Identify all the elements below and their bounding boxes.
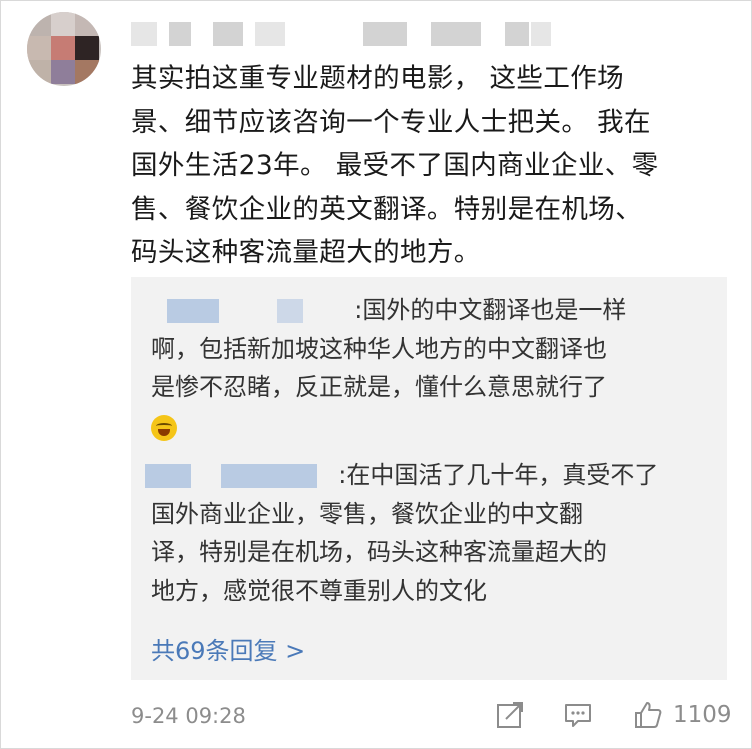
share-icon[interactable]	[495, 700, 525, 730]
like-icon[interactable]	[633, 700, 663, 730]
comment-line: 景、细节应该咨询一个专业人士把关。 我在	[131, 106, 651, 138]
comment-line: 售、餐饮企业的英文翻译。特别是在机场、	[131, 193, 643, 225]
reply-line: 国外商业企业，零售，餐饮企业的中文翻	[151, 499, 583, 528]
replies-panel: :国外的中文翻译也是一样 啊，包括新加坡这种华人地方的中文翻译也 是惨不忍睹，反…	[131, 277, 727, 680]
like-count: 1109	[673, 702, 732, 728]
reply-username-masked[interactable]	[145, 464, 191, 488]
comment-icon[interactable]	[563, 700, 593, 730]
reply-line: 地方，感觉很不尊重别人的文化	[151, 576, 487, 605]
timestamp: 9-24 09:28	[131, 704, 246, 728]
comment-line: 其实拍这重专业题材的电影， 这些工作场	[131, 63, 625, 94]
laugh-cry-emoji	[151, 414, 177, 441]
reply-item[interactable]: :国外的中文翻译也是一样 啊，包括新加坡这种华人地方的中文翻译也 是惨不忍睹，反…	[151, 291, 711, 445]
reply-line: 译，特别是在机场，码头这种客流量超大的	[151, 538, 607, 566]
comment-line: 码头这种客流量超大的地方。	[131, 237, 481, 268]
comment-text: 其实拍这重专业题材的电影， 这些工作场 景、细节应该咨询一个专业人士把关。 我在…	[131, 57, 731, 275]
reply-line: 啊，包括新加坡这种华人地方的中文翻译也	[151, 334, 607, 363]
reply-username-masked[interactable]	[276, 299, 303, 323]
reply-line: :在中国活了几十年，真受不了	[338, 461, 659, 489]
more-replies-link[interactable]: 共69条回复 >	[151, 631, 305, 666]
reply-username-masked[interactable]	[220, 464, 317, 488]
reply-username-masked[interactable]	[167, 299, 219, 323]
reply-line: :国外的中文翻译也是一样	[354, 296, 627, 324]
comment-line: 国外生活23年。 最受不了国内商业企业、零	[131, 150, 659, 181]
reply-line: 是惨不忍睹，反正就是，懂什么意思就行了	[151, 373, 607, 401]
avatar[interactable]	[27, 12, 101, 86]
reply-item[interactable]: :在中国活了几十年，真受不了 国外商业企业，零售，餐饮企业的中文翻 译，特别是在…	[145, 456, 711, 610]
